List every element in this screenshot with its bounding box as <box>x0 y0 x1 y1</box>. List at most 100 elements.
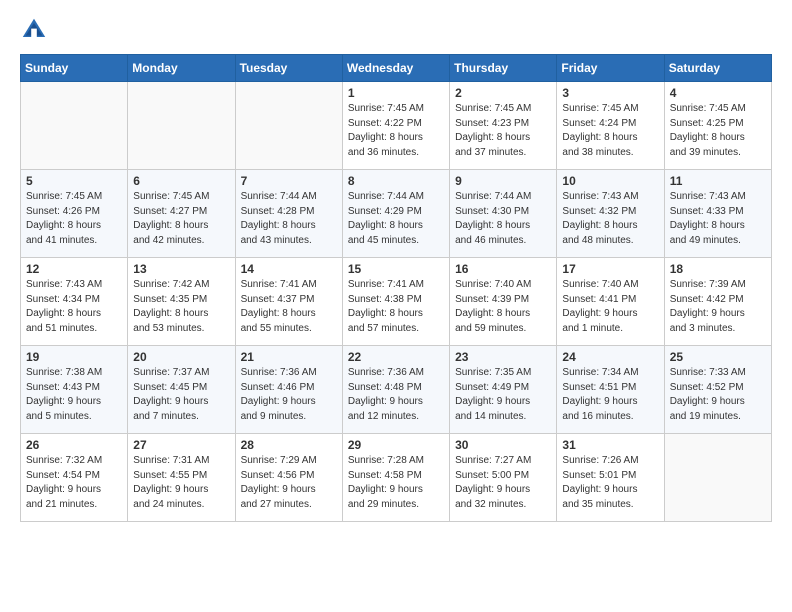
calendar-cell: 29Sunrise: 7:28 AM Sunset: 4:58 PM Dayli… <box>342 434 449 522</box>
calendar-cell: 9Sunrise: 7:44 AM Sunset: 4:30 PM Daylig… <box>450 170 557 258</box>
day-info: Sunrise: 7:42 AM Sunset: 4:35 PM Dayligh… <box>133 278 229 336</box>
day-number: 31 <box>562 438 658 452</box>
calendar-cell: 27 Sunrise: 7:31 AM Sunset: 4:55 PM Dayli… <box>128 434 235 522</box>
week-row-1: 5Sunrise: 7:45 AM Sunset: 4:26 PM Daylig… <box>21 170 772 258</box>
calendar-cell: 23 Sunrise: 7:35 AM Sunset: 4:49 PM Dayli… <box>450 346 557 434</box>
day-number: 30 <box>455 438 551 452</box>
calendar-cell: 4 Sunrise: 7:45 AM Sunset: 4:25 PM Daylig… <box>664 82 771 170</box>
day-info: Sunrise: 7:40 AM Sunset: 4:39 PM Dayligh… <box>455 278 551 336</box>
day-info: Sunrise: 7:39 AM Sunset: 4:42 PM Dayligh… <box>670 278 766 336</box>
calendar-cell: 25 Sunrise: 7:33 AM Sunset: 4:52 PM Dayli… <box>664 346 771 434</box>
day-number: 14 <box>241 262 337 276</box>
calendar-cell: 8Sunrise: 7:44 AM Sunset: 4:29 PM Daylig… <box>342 170 449 258</box>
day-number: 29 <box>348 438 444 452</box>
calendar-cell: 16 Sunrise: 7:40 AM Sunset: 4:39 PM Dayli… <box>450 258 557 346</box>
day-info: Sunrise: 7:43 AM Sunset: 4:32 PM Dayligh… <box>562 190 658 248</box>
calendar-cell: 21 Sunrise: 7:36 AM Sunset: 4:46 PM Dayli… <box>235 346 342 434</box>
week-row-3: 19Sunrise: 7:38 AM Sunset: 4:43 PM Dayli… <box>21 346 772 434</box>
calendar-header-monday: Monday <box>128 55 235 82</box>
logo <box>20 16 52 44</box>
week-row-4: 26Sunrise: 7:32 AM Sunset: 4:54 PM Dayli… <box>21 434 772 522</box>
page: SundayMondayTuesdayWednesdayThursdayFrid… <box>0 0 792 542</box>
calendar-cell: 12 Sunrise: 7:43 AM Sunset: 4:34 PM Dayli… <box>21 258 128 346</box>
day-info: Sunrise: 7:38 AM Sunset: 4:43 PM Dayligh… <box>26 366 122 424</box>
calendar-cell: 13 Sunrise: 7:42 AM Sunset: 4:35 PM Dayli… <box>128 258 235 346</box>
calendar-cell: 2 Sunrise: 7:45 AM Sunset: 4:23 PM Daylig… <box>450 82 557 170</box>
calendar: SundayMondayTuesdayWednesdayThursdayFrid… <box>20 54 772 522</box>
day-number: 17 <box>562 262 658 276</box>
day-info: Sunrise: 7:45 AM Sunset: 4:25 PM Dayligh… <box>670 102 766 160</box>
day-info: Sunrise: 7:41 AM Sunset: 4:38 PM Dayligh… <box>348 278 444 336</box>
day-number: 8 <box>348 174 444 188</box>
calendar-cell: 19Sunrise: 7:38 AM Sunset: 4:43 PM Dayli… <box>21 346 128 434</box>
day-info: Sunrise: 7:37 AM Sunset: 4:45 PM Dayligh… <box>133 366 229 424</box>
day-number: 28 <box>241 438 337 452</box>
day-number: 12 <box>26 262 122 276</box>
calendar-header-thursday: Thursday <box>450 55 557 82</box>
day-info: Sunrise: 7:36 AM Sunset: 4:48 PM Dayligh… <box>348 366 444 424</box>
day-info: Sunrise: 7:35 AM Sunset: 4:49 PM Dayligh… <box>455 366 551 424</box>
day-number: 11 <box>670 174 766 188</box>
day-number: 25 <box>670 350 766 364</box>
day-info: Sunrise: 7:45 AM Sunset: 4:26 PM Dayligh… <box>26 190 122 248</box>
calendar-cell: 10 Sunrise: 7:43 AM Sunset: 4:32 PM Dayli… <box>557 170 664 258</box>
calendar-cell: 1Sunrise: 7:45 AM Sunset: 4:22 PM Daylig… <box>342 82 449 170</box>
day-number: 22 <box>348 350 444 364</box>
day-info: Sunrise: 7:43 AM Sunset: 4:33 PM Dayligh… <box>670 190 766 248</box>
calendar-cell: 5Sunrise: 7:45 AM Sunset: 4:26 PM Daylig… <box>21 170 128 258</box>
day-number: 3 <box>562 86 658 100</box>
calendar-cell <box>21 82 128 170</box>
day-info: Sunrise: 7:31 AM Sunset: 4:55 PM Dayligh… <box>133 454 229 512</box>
day-number: 6 <box>133 174 229 188</box>
day-info: Sunrise: 7:36 AM Sunset: 4:46 PM Dayligh… <box>241 366 337 424</box>
day-info: Sunrise: 7:45 AM Sunset: 4:23 PM Dayligh… <box>455 102 551 160</box>
calendar-cell: 18 Sunrise: 7:39 AM Sunset: 4:42 PM Dayli… <box>664 258 771 346</box>
day-number: 16 <box>455 262 551 276</box>
day-number: 15 <box>348 262 444 276</box>
calendar-cell: 24 Sunrise: 7:34 AM Sunset: 4:51 PM Dayli… <box>557 346 664 434</box>
day-info: Sunrise: 7:44 AM Sunset: 4:28 PM Dayligh… <box>241 190 337 248</box>
day-info: Sunrise: 7:34 AM Sunset: 4:51 PM Dayligh… <box>562 366 658 424</box>
day-number: 21 <box>241 350 337 364</box>
calendar-header-friday: Friday <box>557 55 664 82</box>
calendar-cell: 22 Sunrise: 7:36 AM Sunset: 4:48 PM Dayli… <box>342 346 449 434</box>
calendar-header-wednesday: Wednesday <box>342 55 449 82</box>
day-number: 13 <box>133 262 229 276</box>
day-info: Sunrise: 7:44 AM Sunset: 4:30 PM Dayligh… <box>455 190 551 248</box>
day-number: 7 <box>241 174 337 188</box>
calendar-cell: 15 Sunrise: 7:41 AM Sunset: 4:38 PM Dayli… <box>342 258 449 346</box>
day-number: 10 <box>562 174 658 188</box>
calendar-cell: 28Sunrise: 7:29 AM Sunset: 4:56 PM Dayli… <box>235 434 342 522</box>
calendar-cell: 3 Sunrise: 7:45 AM Sunset: 4:24 PM Daylig… <box>557 82 664 170</box>
day-number: 27 <box>133 438 229 452</box>
day-info: Sunrise: 7:43 AM Sunset: 4:34 PM Dayligh… <box>26 278 122 336</box>
calendar-cell: 20Sunrise: 7:37 AM Sunset: 4:45 PM Dayli… <box>128 346 235 434</box>
calendar-cell: 6 Sunrise: 7:45 AM Sunset: 4:27 PM Daylig… <box>128 170 235 258</box>
header <box>20 16 772 44</box>
calendar-cell: 11 Sunrise: 7:43 AM Sunset: 4:33 PM Dayli… <box>664 170 771 258</box>
day-number: 26 <box>26 438 122 452</box>
week-row-2: 12 Sunrise: 7:43 AM Sunset: 4:34 PM Dayli… <box>21 258 772 346</box>
day-number: 4 <box>670 86 766 100</box>
calendar-header-sunday: Sunday <box>21 55 128 82</box>
calendar-header-row: SundayMondayTuesdayWednesdayThursdayFrid… <box>21 55 772 82</box>
calendar-header-saturday: Saturday <box>664 55 771 82</box>
day-info: Sunrise: 7:40 AM Sunset: 4:41 PM Dayligh… <box>562 278 658 336</box>
calendar-cell: 17 Sunrise: 7:40 AM Sunset: 4:41 PM Dayli… <box>557 258 664 346</box>
day-info: Sunrise: 7:26 AM Sunset: 5:01 PM Dayligh… <box>562 454 658 512</box>
day-info: Sunrise: 7:33 AM Sunset: 4:52 PM Dayligh… <box>670 366 766 424</box>
calendar-cell <box>128 82 235 170</box>
day-number: 1 <box>348 86 444 100</box>
day-number: 18 <box>670 262 766 276</box>
calendar-cell: 26Sunrise: 7:32 AM Sunset: 4:54 PM Dayli… <box>21 434 128 522</box>
day-info: Sunrise: 7:45 AM Sunset: 4:24 PM Dayligh… <box>562 102 658 160</box>
day-info: Sunrise: 7:45 AM Sunset: 4:27 PM Dayligh… <box>133 190 229 248</box>
day-number: 24 <box>562 350 658 364</box>
calendar-cell: 14 Sunrise: 7:41 AM Sunset: 4:37 PM Dayli… <box>235 258 342 346</box>
day-number: 23 <box>455 350 551 364</box>
day-info: Sunrise: 7:41 AM Sunset: 4:37 PM Dayligh… <box>241 278 337 336</box>
calendar-cell: 31 Sunrise: 7:26 AM Sunset: 5:01 PM Dayli… <box>557 434 664 522</box>
calendar-cell <box>235 82 342 170</box>
calendar-cell <box>664 434 771 522</box>
day-number: 2 <box>455 86 551 100</box>
